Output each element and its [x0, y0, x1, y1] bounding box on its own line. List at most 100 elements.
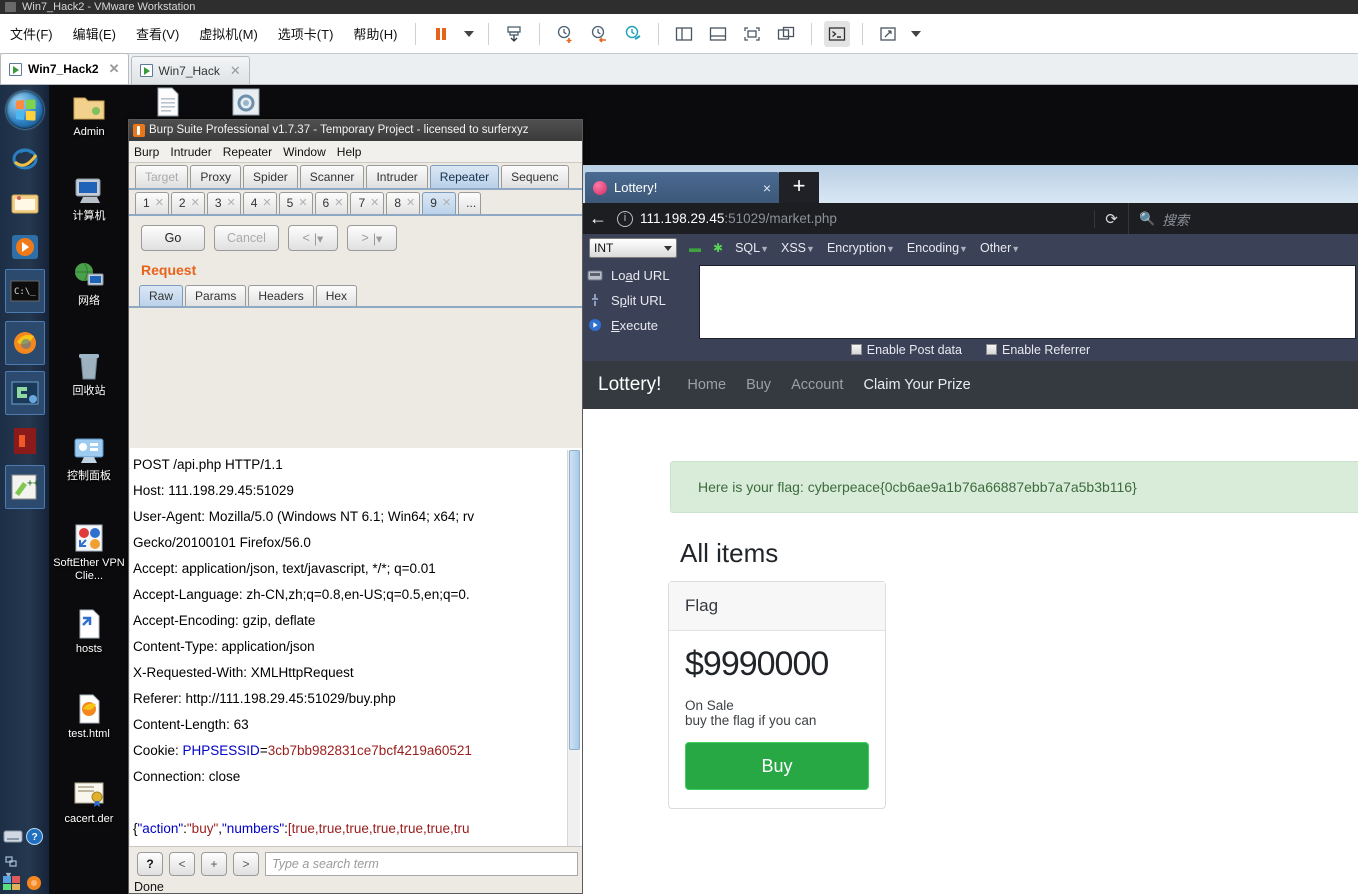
vm-tab-win7-hack2[interactable]: Win7_Hack2 ✕: [0, 53, 129, 84]
hackbar-menu-encoding[interactable]: Encoding▼: [907, 241, 968, 255]
split-url-button[interactable]: Split URL: [587, 288, 697, 313]
search-bar[interactable]: 🔍 搜索: [1128, 203, 1358, 234]
site-brand[interactable]: Lottery!: [598, 374, 661, 396]
hackbar-menu-other[interactable]: Other▼: [980, 241, 1020, 255]
browser-tab-lottery[interactable]: Lottery! ×: [585, 172, 779, 203]
close-icon[interactable]: ✕: [370, 193, 379, 214]
start-button-icon[interactable]: [6, 91, 44, 129]
tray-app-icon[interactable]: [2, 875, 22, 894]
reload-icon[interactable]: ⟳: [1094, 209, 1128, 228]
desktop-icon-control-panel[interactable]: 控制面板: [50, 435, 128, 483]
next-request-button[interactable]: > |▾: [346, 225, 397, 251]
nav-link-home[interactable]: Home: [687, 377, 726, 393]
repeater-tab-7[interactable]: 7 ✕: [350, 192, 385, 214]
pause-icon[interactable]: [428, 21, 454, 47]
request-tab-hex[interactable]: Hex: [315, 285, 358, 306]
repeater-tab-more[interactable]: ...: [458, 192, 482, 214]
scrollbar-thumb[interactable]: [569, 450, 580, 750]
desktop-icon-text-document[interactable]: [148, 87, 188, 120]
menu-tabs[interactable]: 选项卡(T): [268, 20, 344, 47]
hackbar-menu-sql[interactable]: SQL▼: [735, 241, 769, 255]
desktop-icon-settings-app[interactable]: [226, 87, 266, 120]
burp-tab-intruder[interactable]: Intruder: [366, 165, 428, 188]
search-prev-button[interactable]: <: [169, 852, 195, 876]
menu-edit[interactable]: 编辑(E): [63, 20, 126, 47]
hackbar-menu-encryption[interactable]: Encryption▼: [827, 241, 895, 255]
snapshot-manager-icon[interactable]: [620, 21, 646, 47]
repeater-tab-1[interactable]: 1 ✕: [135, 192, 169, 214]
desktop-icon-computer[interactable]: 计算机: [50, 175, 128, 223]
encoding-type-select[interactable]: INT: [589, 237, 677, 258]
asterisk-icon[interactable]: ✱: [713, 241, 723, 255]
close-icon[interactable]: ✕: [334, 193, 343, 214]
close-icon[interactable]: ✕: [262, 193, 271, 214]
close-icon[interactable]: ✕: [105, 61, 120, 77]
show-left-pane-icon[interactable]: [671, 21, 697, 47]
burp-tab-repeater[interactable]: Repeater: [429, 165, 500, 188]
desktop-icon-recycle-bin[interactable]: 回收站: [50, 350, 128, 398]
snapshot-icon[interactable]: [501, 21, 527, 47]
quicklaunch-command-prompt[interactable]: C:\_: [5, 269, 45, 313]
nav-link-account[interactable]: Account: [791, 377, 843, 393]
desktop-icon-test-html[interactable]: test.html: [50, 693, 128, 741]
menu-help[interactable]: 帮助(H): [343, 20, 407, 47]
repeater-tab-2[interactable]: 2 ✕: [170, 192, 205, 214]
enable-referrer-checkbox[interactable]: Enable Referrer: [985, 343, 1090, 357]
tray-firefox-icon[interactable]: [26, 875, 42, 894]
close-icon[interactable]: ✕: [227, 193, 236, 214]
burp-menu-burp[interactable]: Burp: [134, 145, 159, 159]
burp-menu-repeater[interactable]: Repeater: [223, 145, 272, 159]
hackbar-menu-xss[interactable]: XSS▼: [781, 241, 815, 255]
repeater-tab-9[interactable]: 9 ✕: [422, 192, 457, 214]
close-icon[interactable]: ✕: [155, 193, 164, 214]
search-add-button[interactable]: +: [201, 852, 227, 876]
prev-request-button[interactable]: < |▾: [287, 225, 338, 251]
burp-menu-intruder[interactable]: Intruder: [170, 145, 211, 159]
search-input[interactable]: Type a search term: [265, 852, 578, 876]
fullscreen-icon[interactable]: [739, 21, 765, 47]
repeater-tab-5[interactable]: 5 ✕: [278, 192, 313, 214]
help-icon[interactable]: ?: [26, 828, 43, 848]
close-icon[interactable]: ✕: [298, 193, 307, 214]
cancel-button[interactable]: Cancel: [214, 225, 279, 251]
burp-tab-sequencer[interactable]: Sequenc: [501, 165, 569, 188]
quicklaunch-notepadpp[interactable]: ++: [5, 465, 45, 509]
nav-link-buy[interactable]: Buy: [746, 377, 771, 393]
repeater-tab-6[interactable]: 6 ✕: [314, 192, 349, 214]
take-snapshot-icon[interactable]: [552, 21, 578, 47]
chevron-down-icon[interactable]: [911, 30, 922, 37]
close-icon[interactable]: ✕: [191, 193, 200, 214]
close-icon[interactable]: ✕: [442, 193, 451, 214]
quicklaunch-editplus[interactable]: [5, 371, 45, 415]
buy-button[interactable]: Buy: [685, 742, 869, 790]
new-tab-button[interactable]: +: [779, 172, 819, 203]
quicklaunch-internet-explorer[interactable]: [5, 137, 45, 181]
quicklaunch-media-player[interactable]: [5, 225, 45, 269]
close-icon[interactable]: ✕: [406, 193, 415, 214]
minus-icon[interactable]: ▬: [689, 241, 701, 255]
go-button[interactable]: Go: [141, 225, 205, 251]
network-tray-icon[interactable]: [5, 856, 18, 870]
desktop-icon-softether-vpn[interactable]: SoftEther VPN Clie...: [50, 522, 128, 583]
repeater-tab-4[interactable]: 4 ✕: [242, 192, 277, 214]
burp-tab-target[interactable]: Target: [135, 165, 189, 188]
request-tab-params[interactable]: Params: [185, 285, 247, 306]
desktop-icon-admin[interactable]: Admin: [50, 91, 128, 139]
show-bottom-pane-icon[interactable]: [705, 21, 731, 47]
desktop-icon-network[interactable]: 网络: [50, 260, 128, 308]
console-icon[interactable]: [824, 20, 851, 47]
enable-post-data-checkbox[interactable]: Enable Post data: [850, 343, 962, 357]
desktop-icon-cacert-der[interactable]: cacert.der: [50, 778, 128, 826]
revert-snapshot-icon[interactable]: [586, 21, 612, 47]
burp-menu-help[interactable]: Help: [337, 145, 362, 159]
quicklaunch-pdf[interactable]: [5, 419, 45, 463]
execute-button[interactable]: Execute: [587, 313, 697, 338]
search-next-button[interactable]: >: [233, 852, 259, 876]
repeater-tab-8[interactable]: 8 ✕: [386, 192, 421, 214]
search-help-button[interactable]: ?: [137, 852, 163, 876]
expand-icon[interactable]: [875, 21, 901, 47]
burp-tab-proxy[interactable]: Proxy: [190, 165, 242, 188]
quicklaunch-explorer[interactable]: [5, 181, 45, 225]
hackbar-url-textarea[interactable]: [699, 265, 1356, 339]
desktop-icon-hosts[interactable]: hosts: [50, 608, 128, 656]
